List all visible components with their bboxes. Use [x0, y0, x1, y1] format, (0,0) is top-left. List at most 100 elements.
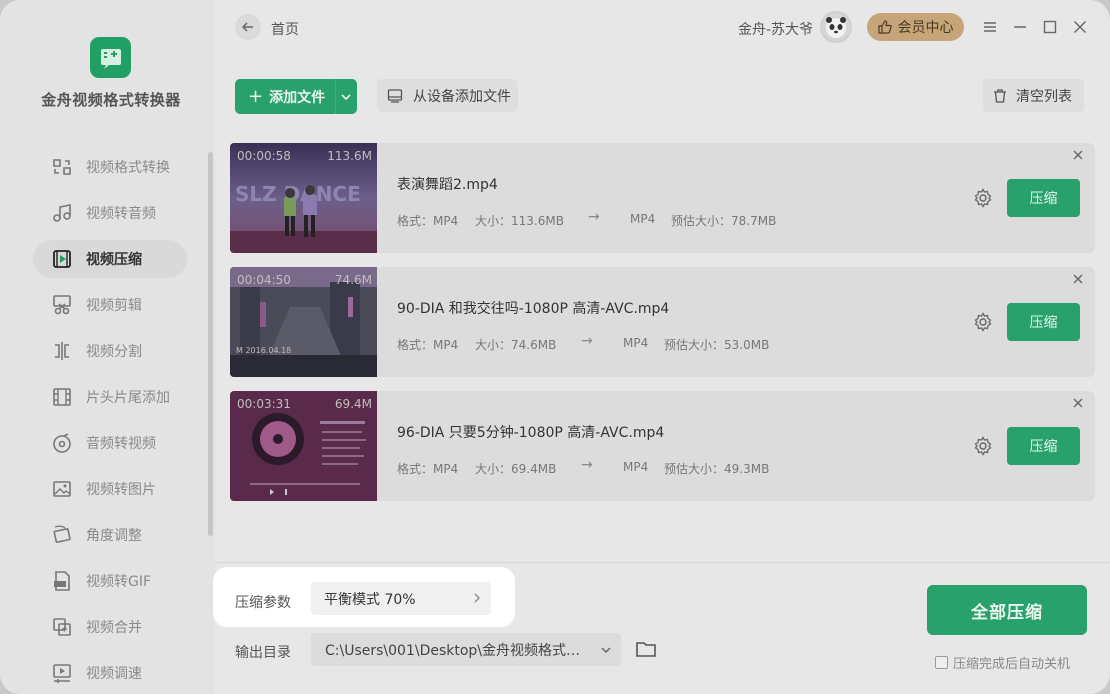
output-dir-label: 输出目录 [235, 645, 291, 661]
sidebar-item-label: 视频格式转换 [86, 160, 170, 176]
video-compress-icon [51, 248, 73, 270]
target-format: MP4 [630, 212, 656, 226]
source-size: 大小：69.4MB [475, 462, 557, 476]
rotate-icon [51, 524, 73, 546]
sidebar-item-label: 角度调整 [86, 528, 142, 544]
compress-all-button[interactable]: 全部压缩 [927, 585, 1087, 635]
svg-text:M 2016.04.18: M 2016.04.18 [236, 346, 291, 355]
plus-icon: + [248, 86, 264, 107]
source-size: 大小：113.6MB [475, 214, 564, 228]
add-from-device-button[interactable]: 从设备添加文件 [377, 79, 518, 112]
sidebar-item-video-compress[interactable]: 视频压缩 [33, 240, 187, 278]
chevron-right-icon [474, 593, 480, 603]
sidebar: 金舟视频格式转换器 视频格式转换 视频转音频 视频压缩 视频剪辑 视频分割 片头… [0, 0, 215, 694]
close-icon[interactable] [1072, 397, 1084, 409]
gear-icon[interactable] [973, 436, 993, 456]
compress-button[interactable]: 压缩 [1007, 179, 1080, 217]
estimated-size: 预估大小：78.7MB [671, 214, 777, 228]
sidebar-nav: 视频格式转换 视频转音频 视频压缩 视频剪辑 视频分割 片头片尾添加 音频转视频… [33, 148, 205, 694]
clear-list-button[interactable]: 清空列表 [983, 79, 1084, 112]
sidebar-item-video-edit[interactable]: 视频剪辑 [33, 286, 205, 324]
chevron-down-icon [601, 647, 611, 654]
maximize-icon [1043, 20, 1057, 34]
sidebar-item-label: 视频剪辑 [86, 298, 142, 314]
home-link[interactable]: 首页 [271, 19, 299, 39]
sidebar-item-video-to-audio[interactable]: 视频转音频 [33, 194, 205, 232]
source-format: 格式：MP4 [397, 338, 459, 352]
size-badge: 69.4M [334, 397, 372, 411]
member-center-button[interactable]: 会员中心 [867, 13, 964, 41]
sidebar-item-rotate[interactable]: 角度调整 [33, 516, 205, 554]
image-icon [51, 478, 73, 500]
hamburger-icon [984, 22, 996, 32]
compress-button[interactable]: 压缩 [1007, 427, 1080, 465]
close-icon[interactable] [1072, 273, 1084, 285]
divider [335, 79, 336, 114]
sidebar-item-video-to-image[interactable]: 视频转图片 [33, 470, 205, 508]
device-icon [387, 88, 403, 103]
arrow-right-icon: → [581, 457, 593, 473]
arrow-right-icon: → [581, 333, 593, 349]
divider [215, 562, 1110, 563]
gear-icon[interactable] [973, 312, 993, 332]
disc-icon [51, 432, 73, 454]
close-button[interactable] [1070, 17, 1090, 37]
app-logo [90, 37, 131, 78]
estimated-size: 预估大小：49.3MB [664, 462, 770, 476]
add-file-label: 添加文件 [269, 89, 326, 106]
app-name: 金舟视频格式转换器 [41, 91, 181, 109]
close-icon [1074, 21, 1086, 33]
svg-text:SLZ DANCE: SLZ DANCE [235, 182, 361, 206]
auto-shutdown-option[interactable]: 压缩完成后自动关机 [935, 653, 1070, 672]
sidebar-item-video-split[interactable]: 视频分割 [33, 332, 205, 370]
sidebar-item-label: 视频调速 [86, 666, 142, 682]
compression-params-label: 压缩参数 [235, 595, 291, 611]
duration-label: 00:04:50 [237, 273, 291, 287]
video-thumbnail[interactable]: M 2016.04.18 00:04:50 74.6M [230, 267, 377, 377]
video-thumbnail[interactable]: SLZ DANCE 00:00:58 113.6M [230, 143, 377, 253]
compression-mode-value: 平衡模式 70% [324, 591, 416, 608]
add-from-device-label: 从设备添加文件 [413, 88, 511, 105]
chevron-down-icon[interactable] [339, 90, 353, 104]
user-name[interactable]: 金舟-苏大爷 [738, 19, 813, 39]
compression-mode-select[interactable]: 平衡模式 70% [311, 582, 491, 615]
sidebar-item-format-convert[interactable]: 视频格式转换 [33, 148, 205, 186]
size-badge: 74.6M [334, 273, 372, 287]
sidebar-item-label: 视频转音频 [86, 206, 156, 222]
speed-icon [51, 662, 73, 684]
source-format: 格式：MP4 [397, 214, 459, 228]
file-card: SLZ DANCE 00:00:58 113.6M 表演舞蹈2.mp4 格式：M… [230, 143, 1095, 253]
sidebar-item-label: 片头片尾添加 [86, 390, 170, 406]
compression-params-panel: 压缩参数 平衡模式 70% [213, 567, 515, 627]
arrow-left-icon [241, 22, 253, 32]
back-button[interactable] [235, 14, 261, 40]
sidebar-scrollbar[interactable] [208, 152, 213, 536]
sidebar-item-video-speed[interactable]: 视频调速 [33, 654, 205, 692]
merge-icon [51, 616, 73, 638]
folder-icon[interactable] [635, 638, 657, 660]
minimize-button[interactable] [1010, 17, 1030, 37]
close-icon[interactable] [1072, 149, 1084, 161]
trash-icon [994, 88, 1006, 103]
add-file-button[interactable]: + 添加文件 [235, 79, 357, 114]
auto-shutdown-checkbox[interactable] [935, 656, 948, 669]
app-window: 金舟视频格式转换器 视频格式转换 视频转音频 视频压缩 视频剪辑 视频分割 片头… [0, 0, 1110, 694]
film-icon [51, 386, 73, 408]
sidebar-item-label: 音频转视频 [86, 436, 156, 452]
sidebar-item-video-to-gif[interactable]: 视频转GIF [33, 562, 205, 600]
sidebar-item-audio-to-video[interactable]: 音频转视频 [33, 424, 205, 462]
size-badge: 113.6M [327, 149, 372, 163]
file-name: 96-DIA 只要5分钟-1080P 高清-AVC.mp4 [397, 425, 665, 441]
output-dir-select[interactable]: C:\Users\001\Desktop\金舟视频格式转... [311, 633, 621, 666]
arrow-right-icon: → [588, 209, 600, 225]
gear-icon[interactable] [973, 188, 993, 208]
avatar[interactable] [820, 11, 852, 43]
sidebar-item-label: 视频转GIF [86, 574, 152, 590]
maximize-button[interactable] [1040, 17, 1060, 37]
sidebar-item-video-merge[interactable]: 视频合并 [33, 608, 205, 646]
sidebar-item-intro-outro[interactable]: 片头片尾添加 [33, 378, 205, 416]
menu-button[interactable] [980, 17, 1000, 37]
video-thumbnail[interactable]: 00:03:31 69.4M [230, 391, 377, 501]
compress-button[interactable]: 压缩 [1007, 303, 1080, 341]
panda-avatar-icon [826, 17, 846, 38]
